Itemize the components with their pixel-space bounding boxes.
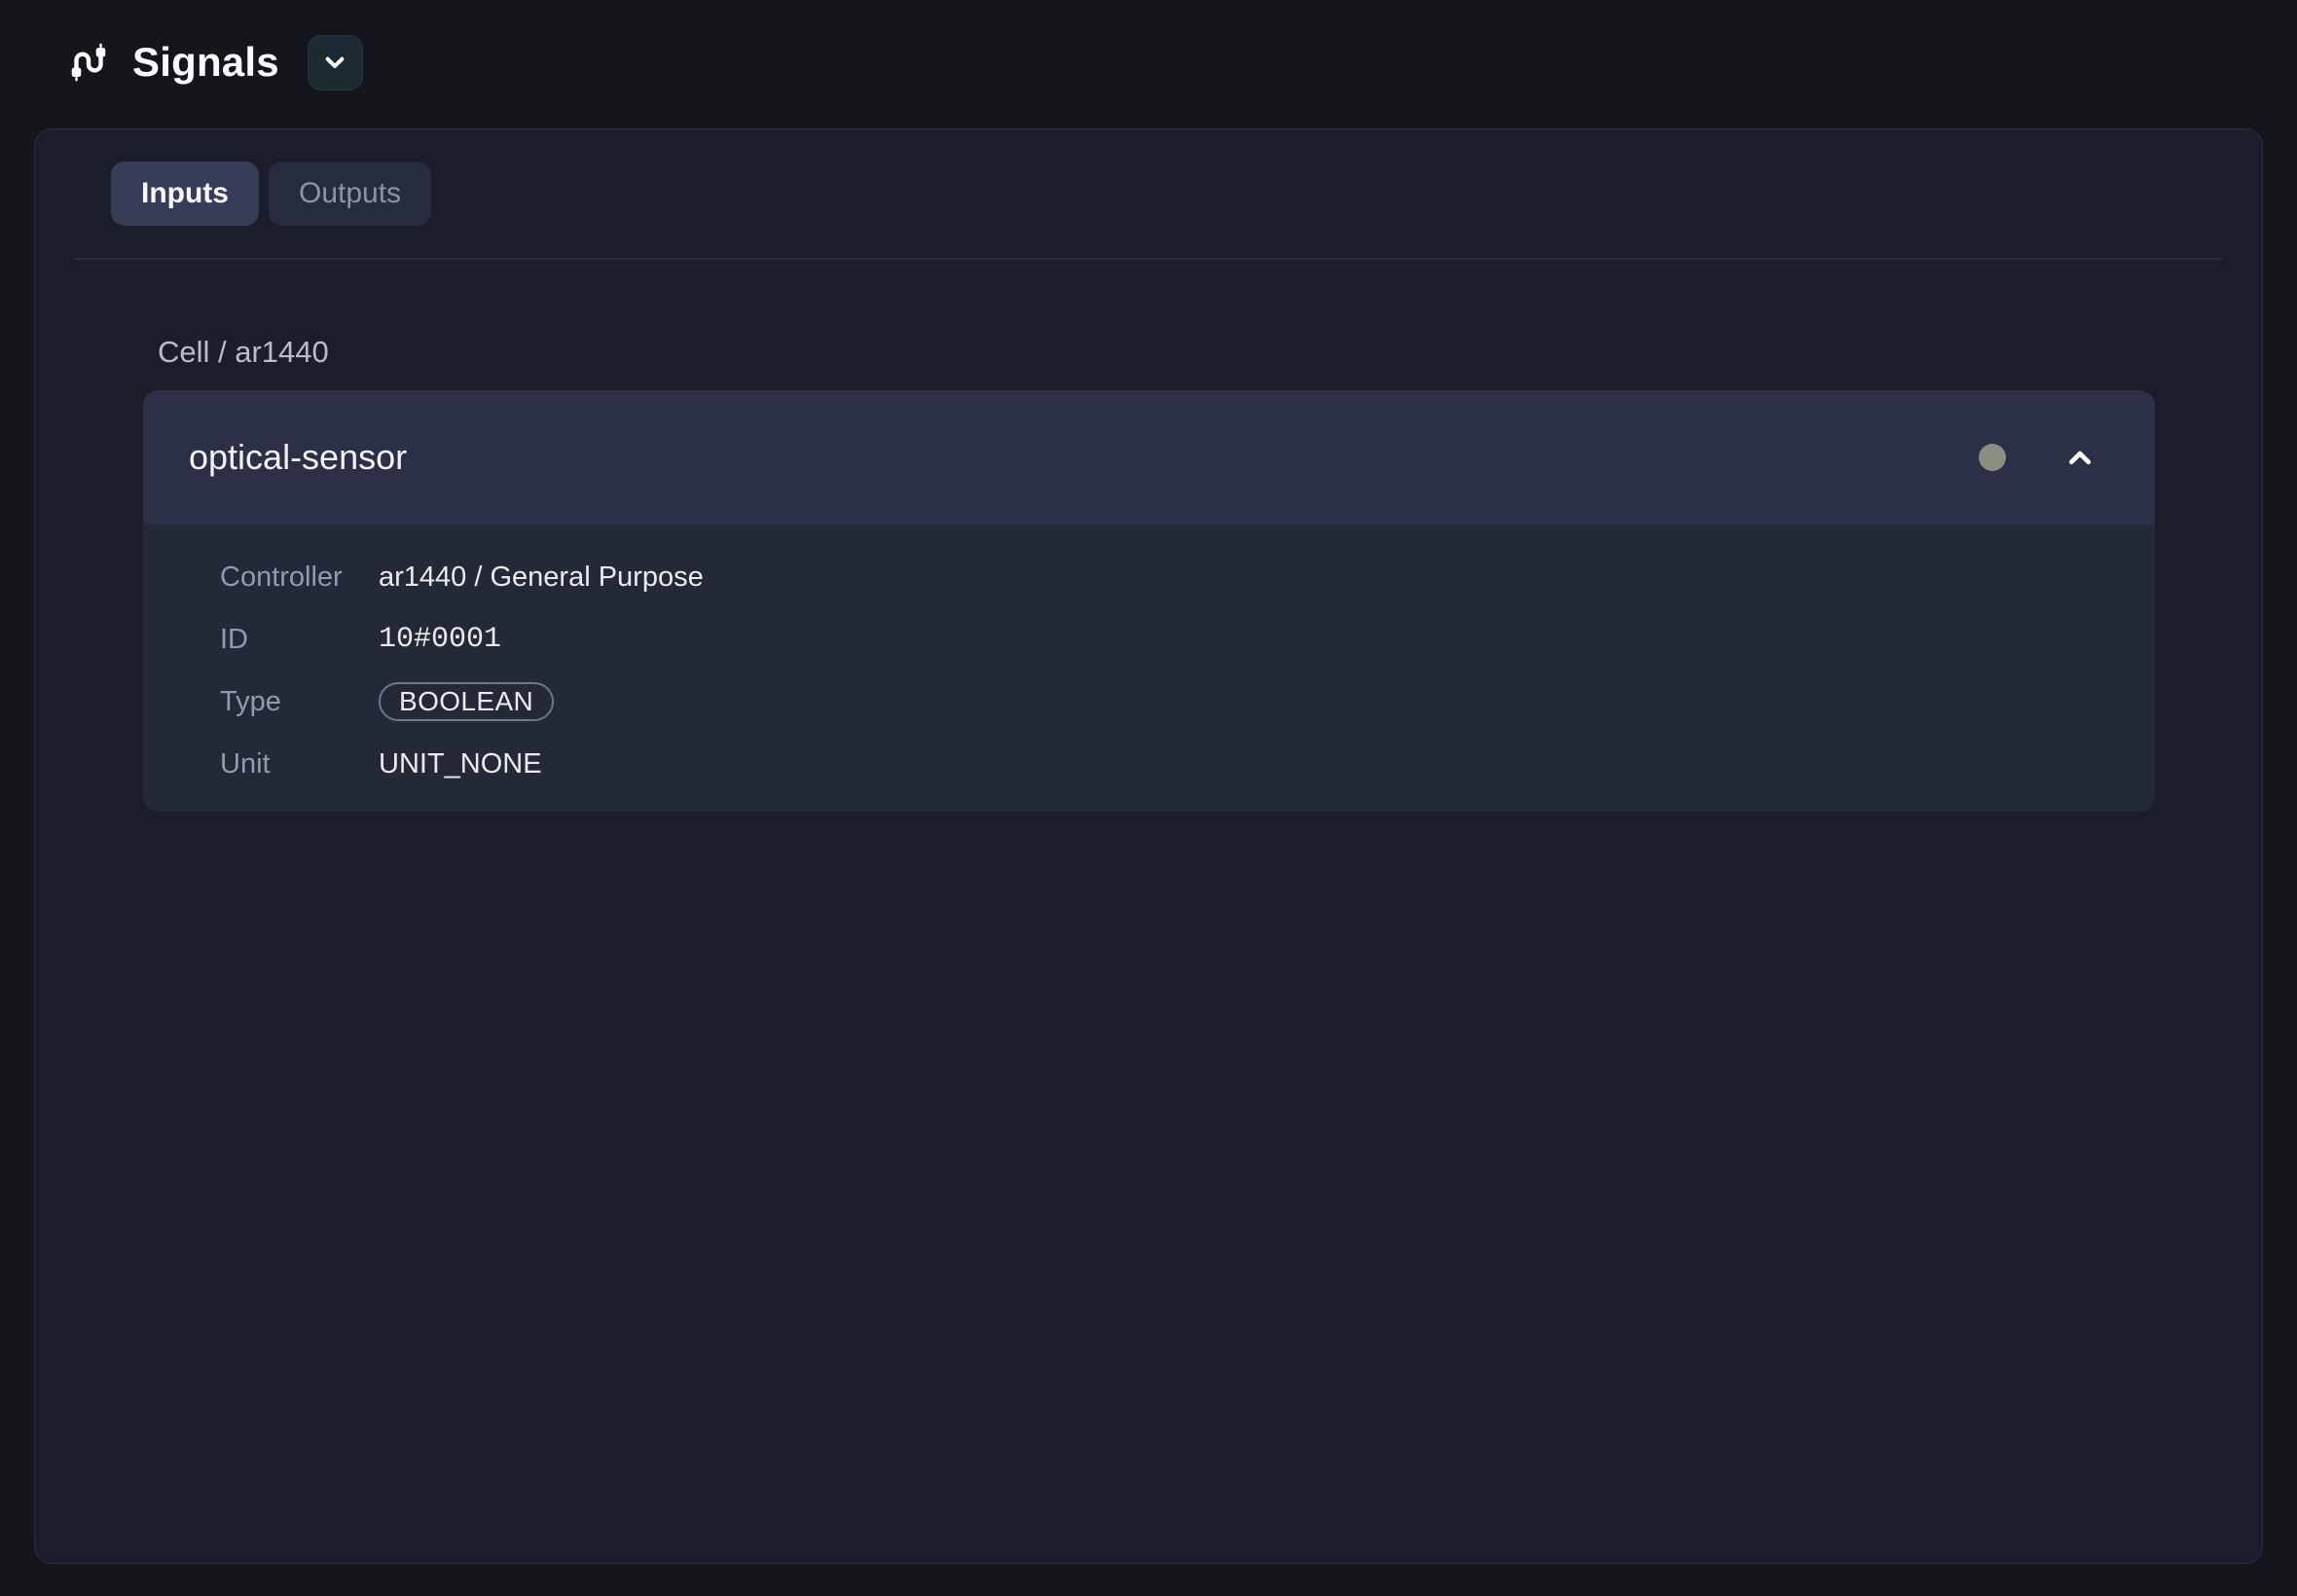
app-switcher-dropdown-button[interactable] [308, 35, 363, 91]
breadcrumb: Cell / ar1440 [158, 335, 329, 370]
detail-row-controller: Controller ar1440 / General Purpose [143, 546, 2155, 608]
type-label: Type [220, 686, 379, 718]
collapse-button[interactable] [2060, 438, 2099, 477]
signal-card-header[interactable]: optical-sensor [143, 390, 2155, 525]
detail-row-type: Type BOOLEAN [143, 671, 2155, 733]
signals-panel: Inputs Outputs Cell / ar1440 optical-sen… [34, 128, 2263, 1564]
type-badge: BOOLEAN [379, 682, 554, 721]
tab-outputs[interactable]: Outputs [269, 162, 431, 226]
page-title: Signals [132, 39, 279, 86]
cable-icon [64, 38, 113, 87]
tab-bar: Inputs Outputs [111, 162, 431, 226]
signal-name: optical-sensor [189, 437, 1979, 478]
controller-value: ar1440 / General Purpose [379, 562, 704, 594]
controller-label: Controller [220, 562, 379, 594]
detail-row-id: ID 10#0001 [143, 608, 2155, 671]
unit-label: Unit [220, 748, 379, 780]
tab-divider [74, 258, 2221, 260]
chevron-up-icon [2061, 439, 2098, 476]
id-value: 10#0001 [379, 623, 501, 656]
status-dot [1979, 444, 2006, 471]
chevron-down-icon [319, 47, 350, 78]
id-label: ID [220, 624, 379, 656]
tab-inputs[interactable]: Inputs [111, 162, 259, 226]
signal-card: optical-sensor Controller ar1440 / Gener… [143, 390, 2155, 812]
signal-card-body: Controller ar1440 / General Purpose ID 1… [143, 525, 2155, 812]
app-header: Signals [64, 33, 363, 91]
unit-value: UNIT_NONE [379, 748, 542, 780]
detail-row-unit: Unit UNIT_NONE [143, 733, 2155, 795]
